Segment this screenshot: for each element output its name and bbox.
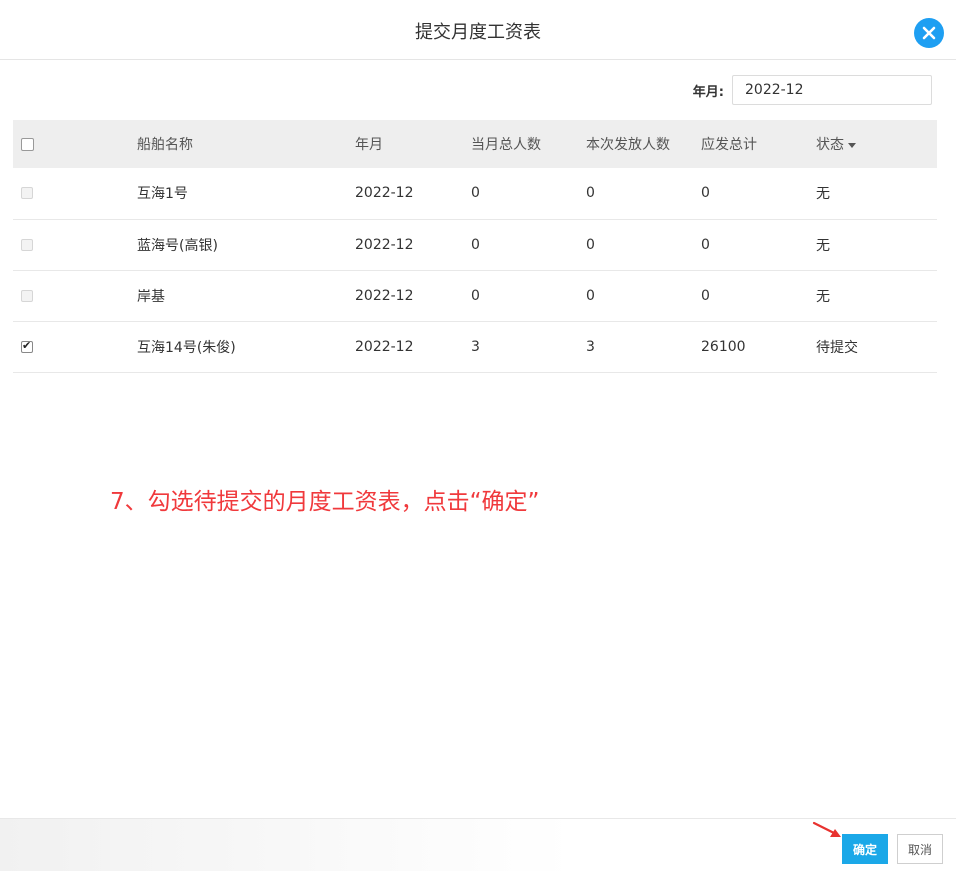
cell-issue: 3 — [586, 321, 701, 373]
cell-name: 互海14号(朱俊) — [123, 321, 355, 373]
caret-down-icon — [848, 142, 856, 148]
cell-total: 0 — [471, 270, 586, 322]
header-status-filter[interactable]: 状态 — [816, 120, 937, 168]
cell-status: 无 — [816, 168, 937, 220]
header-issue: 本次发放人数 — [586, 120, 701, 168]
table-row: 岸基 2022-12 0 0 0 无 — [13, 270, 937, 322]
year-month-filter: 年月: — [693, 75, 932, 105]
cell-year-month: 2022-12 — [355, 219, 471, 271]
cell-amount: 26100 — [701, 321, 816, 373]
cell-total: 0 — [471, 168, 586, 220]
header-status-label: 状态 — [816, 137, 844, 153]
instruction-annotation: 7、勾选待提交的月度工资表，点击“确定” — [110, 489, 540, 515]
row-checkbox[interactable] — [21, 289, 33, 302]
cell-issue: 0 — [586, 219, 701, 271]
cell-name: 蓝海号(高银) — [123, 219, 355, 271]
cell-amount: 0 — [701, 270, 816, 322]
cell-amount: 0 — [701, 168, 816, 220]
cell-status: 无 — [816, 270, 937, 322]
table-row: 蓝海号(高银) 2022-12 0 0 0 无 — [13, 219, 937, 271]
row-checkbox[interactable] — [21, 238, 33, 251]
header-year-month: 年月 — [355, 120, 471, 168]
confirm-button[interactable]: 确定 — [842, 834, 888, 864]
header-total: 当月总人数 — [471, 120, 586, 168]
select-all-checkbox[interactable] — [21, 137, 34, 151]
cell-total: 3 — [471, 321, 586, 373]
row-checkbox-cell — [13, 168, 123, 220]
table-header-row: 船舶名称 年月 当月总人数 本次发放人数 应发总计 状态 — [13, 120, 937, 168]
header-amount: 应发总计 — [701, 120, 816, 168]
cell-year-month: 2022-12 — [355, 168, 471, 220]
cell-year-month: 2022-12 — [355, 321, 471, 373]
table-row: 互海14号(朱俊) 2022-12 3 3 26100 待提交 — [13, 321, 937, 373]
header-select-all-cell — [13, 120, 123, 168]
cell-issue: 0 — [586, 270, 701, 322]
close-icon — [922, 26, 936, 40]
cell-issue: 0 — [586, 168, 701, 220]
payroll-table: 船舶名称 年月 当月总人数 本次发放人数 应发总计 状态 互海1号 2022-1… — [13, 120, 937, 373]
cell-year-month: 2022-12 — [355, 270, 471, 322]
row-checkbox-cell — [13, 321, 123, 373]
cell-total: 0 — [471, 219, 586, 271]
table-row: 互海1号 2022-12 0 0 0 无 — [13, 168, 937, 220]
dialog-header: 提交月度工资表 — [0, 0, 956, 60]
header-name: 船舶名称 — [123, 120, 355, 168]
year-month-label: 年月: — [692, 84, 724, 100]
dialog-title: 提交月度工资表 — [415, 22, 541, 43]
cell-name: 互海1号 — [123, 168, 355, 220]
row-checkbox[interactable] — [21, 187, 33, 200]
cell-amount: 0 — [701, 219, 816, 271]
row-checkbox-cell — [13, 219, 123, 271]
cell-name: 岸基 — [123, 270, 355, 322]
cancel-button[interactable]: 取消 — [897, 834, 943, 864]
year-month-input[interactable] — [732, 75, 932, 105]
row-checkbox[interactable] — [21, 339, 33, 353]
row-checkbox-cell — [13, 270, 123, 322]
cell-status: 待提交 — [816, 321, 937, 373]
close-button[interactable] — [914, 18, 944, 48]
cell-status: 无 — [816, 219, 937, 271]
